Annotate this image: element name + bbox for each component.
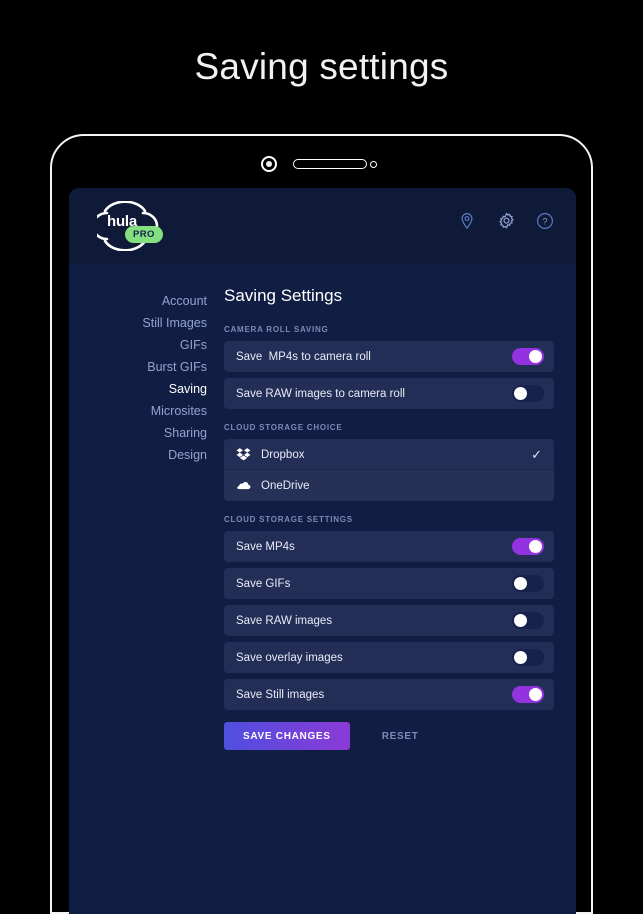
setting-row-save-gifs[interactable]: Save GIFs [224, 568, 554, 599]
sidebar-nav: Account Still Images GIFs Burst GIFs Sav… [69, 264, 224, 914]
toggle-knob [514, 614, 527, 627]
cloud-option-label: Dropbox [261, 448, 305, 461]
toggle-knob [514, 387, 527, 400]
setting-label: Save overlay images [236, 651, 343, 664]
toggle-save-still-images[interactable] [512, 686, 544, 703]
setting-row-save-overlay-images[interactable]: Save overlay images [224, 642, 554, 673]
app-body: Account Still Images GIFs Burst GIFs Sav… [69, 264, 576, 914]
app-logo[interactable]: hula PRO [91, 200, 163, 252]
page-title: Saving settings [194, 46, 449, 87]
setting-row-save-raw-images[interactable]: Save RAW images [224, 605, 554, 636]
section-label-cloud-choice: CLOUD STORAGE CHOICE [224, 423, 343, 432]
setting-label: Save RAW images [236, 614, 333, 627]
setting-label: Save Still images [236, 688, 325, 701]
app-screen: hula PRO ? Account Still Images GIFs Bur… [69, 188, 576, 914]
location-pin-icon[interactable] [458, 212, 476, 230]
toggle-knob [514, 577, 527, 590]
toggle-save-raw-images[interactable] [512, 612, 544, 629]
help-icon[interactable]: ? [536, 212, 554, 230]
sidebar-item-gifs[interactable]: GIFs [69, 334, 207, 356]
dropbox-icon [236, 448, 251, 461]
cloud-storage-choice-list: Dropbox ✓ OneDrive [224, 439, 554, 501]
speaker-slot-icon [293, 159, 367, 169]
setting-label: Save GIFs [236, 577, 291, 590]
gear-icon[interactable] [497, 212, 515, 230]
onedrive-icon [237, 482, 251, 490]
toggle-save-mp4s[interactable] [512, 538, 544, 555]
settings-content: Saving Settings CAMERA ROLL SAVING Save … [224, 264, 576, 914]
section-label-cloud-settings: CLOUD STORAGE SETTINGS [224, 515, 353, 524]
device-bezel [52, 136, 591, 188]
page-heading: Saving Settings [224, 286, 343, 305]
header-icon-group: ? [458, 212, 554, 230]
sidebar-item-account[interactable]: Account [69, 290, 207, 312]
sensor-dot-icon [370, 161, 377, 168]
toggle-knob [529, 540, 542, 553]
cloud-option-label: OneDrive [261, 479, 310, 492]
cloud-option-dropbox[interactable]: Dropbox ✓ [224, 439, 554, 470]
reset-button[interactable]: RESET [376, 730, 425, 743]
sidebar-item-burst-gifs[interactable]: Burst GIFs [69, 356, 207, 378]
tablet-device-frame: hula PRO ? Account Still Images GIFs Bur… [50, 134, 593, 914]
setting-label: Save RAW images to camera roll [236, 387, 405, 400]
setting-label: Save MP4s [236, 540, 295, 553]
setting-label: Save MP4s to camera roll [236, 350, 371, 363]
save-changes-button[interactable]: SAVE CHANGES [224, 722, 350, 750]
logo-pro-badge: PRO [125, 226, 163, 243]
toggle-knob [529, 350, 542, 363]
toggle-knob [514, 651, 527, 664]
cloud-option-onedrive[interactable]: OneDrive [224, 470, 554, 501]
setting-row-save-mp4s-camera-roll[interactable]: Save MP4s to camera roll [224, 341, 554, 372]
sidebar-item-design[interactable]: Design [69, 444, 207, 466]
toggle-save-overlay-images[interactable] [512, 649, 544, 666]
setting-row-save-mp4s[interactable]: Save MP4s [224, 531, 554, 562]
action-button-row: SAVE CHANGES RESET [224, 722, 554, 750]
camera-icon [261, 156, 277, 172]
toggle-save-raw-camera-roll[interactable] [512, 385, 544, 402]
svg-text:?: ? [542, 217, 547, 227]
setting-row-save-raw-camera-roll[interactable]: Save RAW images to camera roll [224, 378, 554, 409]
toggle-knob [529, 688, 542, 701]
toggle-save-mp4s-camera-roll[interactable] [512, 348, 544, 365]
setting-row-save-still-images[interactable]: Save Still images [224, 679, 554, 710]
selected-check-icon: ✓ [531, 447, 542, 462]
app-header: hula PRO ? [69, 188, 576, 264]
sidebar-item-still-images[interactable]: Still Images [69, 312, 207, 334]
sidebar-item-sharing[interactable]: Sharing [69, 422, 207, 444]
section-label-camera-roll: CAMERA ROLL SAVING [224, 325, 329, 334]
sidebar-item-saving[interactable]: Saving [69, 378, 207, 400]
toggle-save-gifs[interactable] [512, 575, 544, 592]
sidebar-item-microsites[interactable]: Microsites [69, 400, 207, 422]
